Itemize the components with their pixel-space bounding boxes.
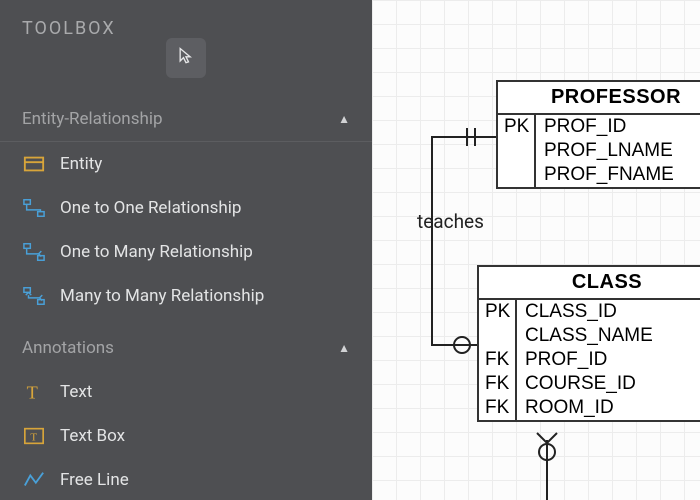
tool-label: Free Line [60,470,129,490]
text-box-icon: T [22,424,46,448]
table-row: CLASS_NAME [479,324,700,348]
attr-cell: PROF_ID [517,348,667,372]
connector-teaches [372,0,700,500]
key-cell: FK [479,396,517,420]
svg-text:T: T [30,432,37,444]
attr-cell: CLASS_NAME [517,324,667,348]
attr-cell: ROOM_ID [517,396,667,420]
toolbox-sidebar: TOOLBOX Entity-Relationship ▲ Entity One… [0,0,372,500]
tool-text[interactable]: T Text [0,370,372,414]
svg-text:T: T [27,382,38,402]
table-row: FK PROF_ID [479,348,700,372]
entity-title: PROFESSOR [498,82,700,115]
tool-label: Text [60,382,92,402]
table-row: FK COURSE_ID [479,372,700,396]
table-row: PK CLASS_ID [479,300,700,324]
section-label: Annotations [22,338,114,358]
entity-class[interactable]: CLASS PK CLASS_ID CLASS_NAME FK PROF_ID … [477,265,700,422]
entity-professor[interactable]: PROFESSOR PK PROF_ID PROF_LNAME PROF_FNA… [496,80,700,189]
one-to-many-icon [22,240,46,264]
text-icon: T [22,380,46,404]
tool-free-line[interactable]: Free Line [0,458,372,500]
tool-text-box[interactable]: T Text Box [0,414,372,458]
key-cell [498,163,536,187]
tool-one-to-many[interactable]: One to Many Relationship [0,230,372,274]
attr-cell: PROF_ID [536,115,686,139]
table-row: PROF_LNAME [498,139,700,163]
table-row: PROF_FNAME [498,163,700,187]
diagram-canvas[interactable]: teaches PROFESSOR PK PROF_ID PROF_LNAME … [372,0,700,500]
tool-label: Entity [60,154,102,174]
chevron-up-icon: ▲ [338,112,350,126]
section-header-er[interactable]: Entity-Relationship ▲ [0,97,372,142]
chevron-up-icon: ▲ [338,341,350,355]
tool-label: One to Many Relationship [60,242,253,262]
key-cell: FK [479,372,517,396]
tool-many-to-many[interactable]: Many to Many Relationship [0,274,372,318]
tool-list-er: Entity One to One Relationship One to Ma… [0,142,372,318]
entity-icon [22,152,46,176]
tool-list-annotations: T Text T Text Box Free Line [0,370,372,500]
key-cell [498,139,536,163]
attr-cell: CLASS_ID [517,300,667,324]
key-cell: PK [479,300,517,324]
key-cell: FK [479,348,517,372]
cursor-tool-button[interactable] [166,38,206,78]
attr-cell: PROF_FNAME [536,163,686,187]
attr-cell: PROF_LNAME [536,139,686,163]
tool-label: One to One Relationship [60,198,241,218]
many-to-many-icon [22,284,46,308]
table-row: FK ROOM_ID [479,396,700,420]
tool-entity[interactable]: Entity [0,142,372,186]
key-cell: PK [498,115,536,139]
section-header-annotations[interactable]: Annotations ▲ [0,326,372,370]
tool-label: Many to Many Relationship [60,286,264,306]
one-to-one-icon [22,196,46,220]
section-label: Entity-Relationship [22,109,163,129]
tool-one-to-one[interactable]: One to One Relationship [0,186,372,230]
cursor-icon [176,46,196,71]
key-cell [479,324,517,348]
relationship-label[interactable]: teaches [417,210,484,233]
tool-label: Text Box [60,426,125,446]
entity-title: CLASS [479,267,700,300]
free-line-icon [22,468,46,492]
attr-cell: COURSE_ID [517,372,667,396]
table-row: PK PROF_ID [498,115,700,139]
